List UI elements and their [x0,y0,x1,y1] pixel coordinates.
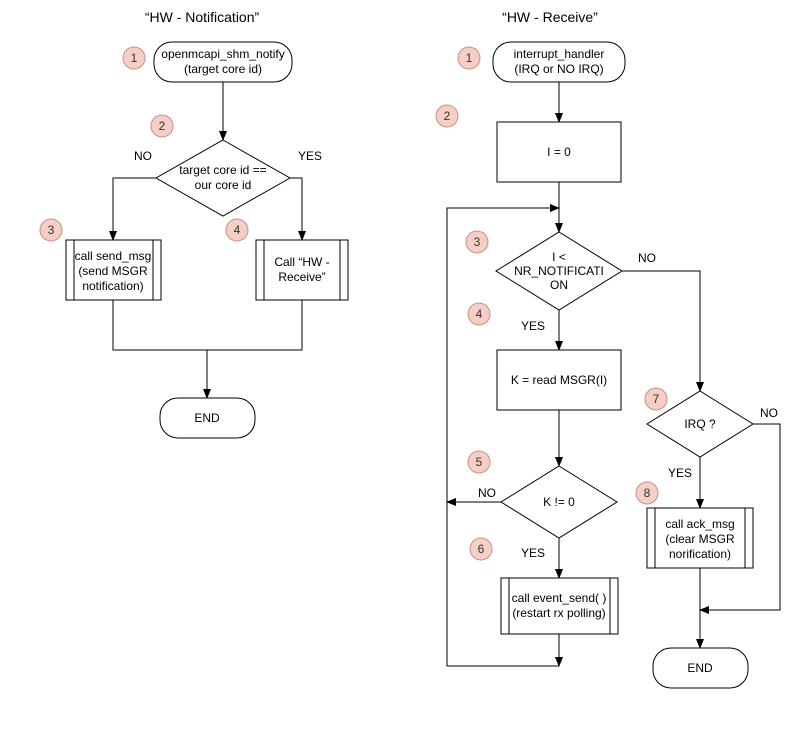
start-left-line2: (target core id) [184,62,262,76]
svg-text:(restart rx polling): (restart rx polling) [512,606,605,620]
decision-irq-text: IRQ ? [684,417,716,431]
svg-text:norification): norification) [669,547,731,561]
process-hw-receive-call: Call “HW - Receive” [256,240,348,300]
connector [290,178,302,240]
svg-text:2: 2 [444,109,451,123]
label-irq-no: NO [760,406,778,420]
svg-text:I <: I < [552,250,566,264]
label-irq-yes: YES [668,466,692,480]
start-right-line1: interrupt_handler [514,47,605,61]
svg-text:7: 7 [653,392,660,406]
svg-text:ON: ON [550,278,568,292]
connector [113,300,302,350]
badge-left-1-text: 1 [131,51,138,65]
label-knz-no: NO [478,486,496,500]
svg-text:6: 6 [478,542,485,556]
svg-text:call event_send( ): call event_send( ) [512,591,607,605]
svg-text:Receive”: Receive” [278,270,325,284]
svg-text:call send_msg: call send_msg [75,249,152,263]
process-ack-msg: call ack_msg (clear MSGR norification) [647,508,753,568]
svg-text:3: 3 [474,235,481,249]
process-event-send: call event_send( ) (restart rx polling) [501,578,618,634]
badge-left-3-text: 3 [48,223,55,237]
svg-text:4: 4 [476,307,483,321]
svg-text:NR_NOTIFICATI: NR_NOTIFICATI [514,264,604,278]
decision-knz-text: K != 0 [543,495,575,509]
decision-left-line1: target core id == [179,163,266,177]
label-loop-yes: YES [521,319,545,333]
process-send-msg: call send_msg (send MSGR notification) [66,240,161,300]
svg-text:5: 5 [476,455,483,469]
label-yes-left: YES [298,149,322,163]
svg-text:(send MSGR: (send MSGR [78,264,148,278]
badge-left-2-text: 2 [159,119,166,133]
svg-text:8: 8 [644,486,651,500]
label-loop-no: NO [638,251,656,265]
title-left: “HW - Notification” [145,9,260,25]
svg-text:call ack_msg: call ack_msg [665,517,734,531]
connector-loop-no [622,271,700,391]
end-left-text: END [194,411,220,425]
svg-text:Call “HW -: Call “HW - [274,255,329,269]
process-init-text: I = 0 [547,145,571,159]
end-right-text: END [687,661,713,675]
svg-text:notification): notification) [82,279,143,293]
svg-text:1: 1 [466,51,473,65]
process-read-text: K = read MSGR(I) [511,373,607,387]
decision-left-line2: our core id [195,178,252,192]
start-left-line1: openmcapi_shm_notify [161,47,284,61]
badge-left-4-text: 4 [234,223,241,237]
svg-text:(clear MSGR: (clear MSGR [665,532,735,546]
label-no-left: NO [134,149,152,163]
title-right: “HW - Receive” [502,9,598,25]
connector [113,178,156,240]
start-right-line2: (IRQ or NO IRQ) [514,62,603,76]
label-knz-yes: YES [521,546,545,560]
